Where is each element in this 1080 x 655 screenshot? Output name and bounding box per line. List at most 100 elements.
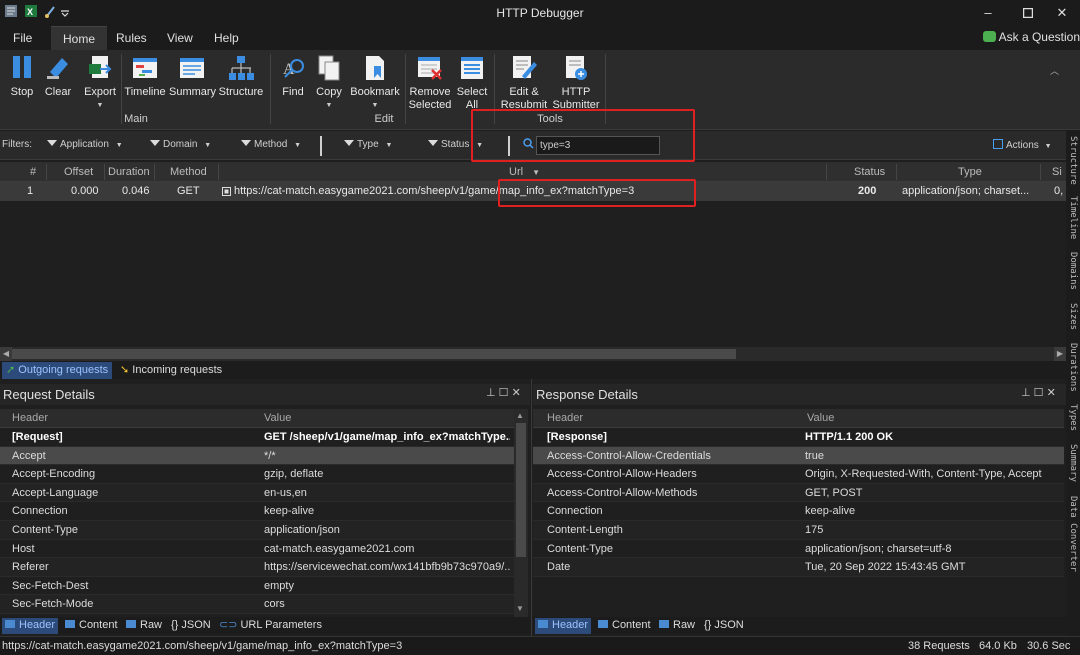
detail-row[interactable]: [Response] HTTP/1.1 200 OK: [533, 428, 1064, 447]
detail-row[interactable]: Sec-Fetch-Mode cors: [0, 595, 514, 614]
detail-row[interactable]: Content-Type application/json; charset=ut…: [533, 539, 1064, 559]
header-name: Referer: [12, 561, 49, 574]
pin-icon[interactable]: ⊥: [1021, 387, 1031, 399]
summary-button[interactable]: Summary: [169, 52, 216, 99]
detail-row[interactable]: [Request] GET /sheep/v1/game/map_info_ex?…: [0, 428, 514, 447]
request-vertical-scrollbar[interactable]: ▲ ▼: [514, 409, 528, 617]
scroll-left-icon[interactable]: ◀: [0, 347, 12, 361]
row-method: GET: [177, 185, 200, 197]
detail-row[interactable]: Sec-Fetch-Dest empty: [0, 576, 514, 596]
find-button[interactable]: A Find: [278, 52, 308, 99]
col-url[interactable]: Url ▼: [509, 166, 540, 178]
edit-icon: [993, 139, 1003, 149]
tab-incoming-requests[interactable]: ➘ Incoming requests: [116, 362, 226, 379]
minimize-button[interactable]: –: [968, 2, 1008, 24]
response-tab-json[interactable]: {} JSON: [701, 618, 747, 634]
col-status[interactable]: Status: [854, 166, 885, 178]
side-tab-data-converter[interactable]: Data Converter: [1068, 496, 1078, 572]
clear-button[interactable]: Clear: [42, 52, 74, 99]
actions-menu[interactable]: Actions ▼: [993, 139, 1052, 151]
col-type[interactable]: Type: [958, 166, 982, 178]
structure-button[interactable]: Structure: [218, 52, 264, 99]
copy-button[interactable]: Copy ▼: [314, 52, 344, 112]
response-tab-content-label: Content: [612, 619, 651, 631]
tab-home[interactable]: Home: [51, 26, 108, 50]
restore-icon[interactable]: ☐: [499, 387, 509, 399]
remove-label-line1: Remove: [409, 86, 451, 98]
detail-row[interactable]: Access-Control-Allow-Headers Origin, X-Re…: [533, 465, 1064, 484]
side-tab-structure[interactable]: Structure: [1068, 136, 1078, 185]
tab-outgoing-requests[interactable]: ➚ Outgoing requests: [2, 362, 113, 379]
pin-icon[interactable]: ⊥: [486, 387, 496, 399]
detail-row[interactable]: Connection keep-alive: [0, 502, 514, 521]
response-panel-controls[interactable]: ⊥ ☐ ✕: [1021, 386, 1056, 399]
application-filter[interactable]: Application ▼: [47, 139, 123, 150]
select-all-icon: [458, 54, 486, 82]
select-all-button[interactable]: Select All: [454, 52, 490, 112]
tab-file[interactable]: File: [1, 26, 44, 50]
request-tab-json[interactable]: {} JSON: [168, 618, 214, 634]
ask-question-link[interactable]: Ask a Question: [982, 30, 1080, 44]
response-col-value[interactable]: Value: [807, 412, 834, 424]
stop-button[interactable]: Stop: [6, 52, 38, 99]
response-col-header[interactable]: Header: [547, 412, 583, 424]
detail-row[interactable]: Accept */*: [0, 446, 514, 466]
request-col-header[interactable]: Header: [12, 412, 48, 424]
detail-row[interactable]: Connection keep-alive: [533, 502, 1064, 521]
detail-row[interactable]: Content-Length 175: [533, 521, 1064, 540]
col-offset[interactable]: Offset: [64, 166, 93, 178]
bookmark-button[interactable]: Bookmark ▼: [348, 52, 402, 112]
response-tab-content[interactable]: Content: [595, 618, 654, 634]
detail-row[interactable]: Access-Control-Allow-Credentials true: [533, 446, 1064, 466]
detail-row[interactable]: Accept-Encoding gzip, deflate: [0, 465, 514, 484]
grid-horizontal-scrollbar[interactable]: ◀ ▶: [0, 347, 1066, 361]
detail-row[interactable]: Accept-Language en-us,en: [0, 483, 514, 503]
detail-row[interactable]: Referer https://servicewechat.com/wx141bf…: [0, 558, 514, 577]
tab-help[interactable]: Help: [202, 26, 251, 50]
remove-selected-button[interactable]: Remove Selected: [408, 52, 452, 112]
response-tab-header[interactable]: Header: [535, 618, 592, 634]
side-tab-types[interactable]: Types: [1068, 404, 1078, 431]
request-tab-header[interactable]: Header: [2, 618, 59, 634]
detail-row[interactable]: Access-Control-Allow-Methods GET, POST: [533, 483, 1064, 503]
request-tab-url-parameters[interactable]: ⊂⊃ URL Parameters: [216, 618, 325, 634]
side-tab-timeline[interactable]: Timeline: [1068, 196, 1078, 239]
http-submitter-button[interactable]: HTTP Submitter: [550, 52, 602, 112]
type-filter[interactable]: Type ▼: [344, 139, 392, 150]
restore-icon[interactable]: ☐: [1034, 387, 1044, 399]
domain-filter[interactable]: Domain ▼: [150, 139, 211, 150]
bookmark-icon: [361, 54, 389, 82]
col-method[interactable]: Method: [170, 166, 207, 178]
method-filter[interactable]: Method ▼: [241, 139, 301, 150]
detail-row[interactable]: Date Tue, 20 Sep 2022 15:43:45 GMT: [533, 558, 1064, 577]
side-tab-domains[interactable]: Domains: [1068, 252, 1078, 290]
request-tab-content[interactable]: Content: [62, 618, 121, 634]
side-tab-durations[interactable]: Durations: [1068, 343, 1078, 392]
scrollbar-thumb[interactable]: [12, 349, 736, 359]
request-panel-controls[interactable]: ⊥ ☐ ✕: [486, 386, 521, 399]
close-icon[interactable]: ✕: [1047, 387, 1056, 399]
export-button[interactable]: Export ▼: [80, 52, 120, 112]
detail-row[interactable]: Content-Type application/json: [0, 521, 514, 540]
side-tab-sizes[interactable]: Sizes: [1068, 303, 1078, 330]
tab-rules[interactable]: Rules: [104, 26, 159, 50]
col-size[interactable]: Si: [1052, 166, 1062, 178]
tab-view[interactable]: View: [155, 26, 205, 50]
close-button[interactable]: ✕: [1042, 2, 1080, 24]
scroll-up-icon[interactable]: ▲: [516, 411, 524, 420]
col-duration[interactable]: Duration: [108, 166, 150, 178]
detail-row[interactable]: Host cat-match.easygame2021.com: [0, 539, 514, 559]
side-tab-summary[interactable]: Summary: [1068, 444, 1078, 482]
grid-icon: [5, 620, 15, 628]
edit-resubmit-button[interactable]: Edit & Resubmit: [498, 52, 550, 112]
timeline-button[interactable]: Timeline: [124, 52, 166, 99]
scroll-right-icon[interactable]: ▶: [1054, 347, 1066, 361]
response-tab-raw[interactable]: Raw: [656, 618, 698, 634]
collapse-ribbon-icon[interactable]: ︿: [1050, 64, 1059, 77]
scroll-down-icon[interactable]: ▼: [516, 604, 524, 613]
col-number[interactable]: #: [30, 166, 36, 178]
request-col-value[interactable]: Value: [264, 412, 291, 424]
request-tab-raw[interactable]: Raw: [123, 618, 165, 634]
scrollbar-thumb[interactable]: [516, 423, 526, 557]
close-icon[interactable]: ✕: [512, 387, 521, 399]
